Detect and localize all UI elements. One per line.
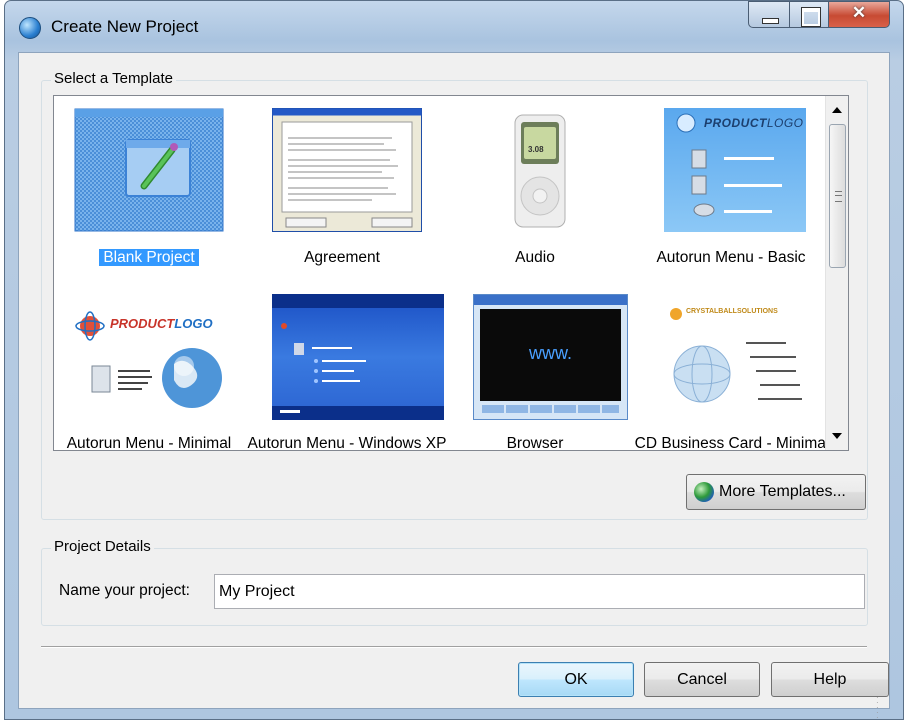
project-name-input[interactable] bbox=[214, 574, 865, 609]
template-group-label: Select a Template bbox=[51, 70, 176, 87]
cancel-button[interactable]: Cancel bbox=[644, 662, 760, 697]
autorun-xp-thumbnail bbox=[272, 294, 444, 420]
resize-grip-icon[interactable]: · · · · · bbox=[876, 694, 886, 722]
tile-label: Browser bbox=[506, 435, 564, 451]
productlogo-text: PRODUCTLOGO bbox=[704, 116, 804, 130]
scroll-thumb[interactable] bbox=[829, 124, 846, 268]
globe-icon bbox=[694, 482, 714, 502]
autorun-basic-thumbnail: PRODUCTLOGO bbox=[664, 108, 806, 232]
template-gallery[interactable]: Blank Project Agreement 3.08 Audio PRODU… bbox=[53, 95, 849, 451]
tile-label: Autorun Menu - Windows XP Theme bbox=[247, 435, 447, 451]
minimize-icon bbox=[762, 18, 779, 24]
maximize-button[interactable] bbox=[789, 1, 829, 28]
details-group-label: Project Details bbox=[51, 538, 154, 555]
audio-thumbnail: 3.08 bbox=[490, 112, 580, 230]
logo-light: LOGO bbox=[766, 116, 804, 130]
blank-project-thumbnail bbox=[74, 108, 224, 246]
crystalball-logo-text: CRYSTALBALLSOLUTIONS bbox=[686, 308, 778, 315]
close-button[interactable]: ✕ bbox=[828, 1, 890, 28]
tile-label: Blank Project bbox=[54, 248, 244, 267]
name-project-label: Name your project: bbox=[59, 582, 190, 599]
tile-label: Audio bbox=[515, 249, 555, 266]
app-globe-icon bbox=[19, 17, 41, 39]
browser-buttons bbox=[482, 405, 619, 413]
tile-label: Autorun Menu - Basic bbox=[656, 249, 806, 266]
dialog-body: Select a Template Blank Project Agreemen… bbox=[18, 52, 890, 722]
cd-business-card-thumbnail: CRYSTALBALLSOLUTIONS bbox=[668, 294, 818, 420]
create-project-dialog: Create New Project ✕ Select a Template B… bbox=[4, 0, 904, 722]
cancel-label: Cancel bbox=[677, 671, 727, 688]
browser-thumbnail: www. bbox=[473, 294, 628, 420]
selected-label: Blank Project bbox=[99, 249, 199, 266]
more-templates-button[interactable]: More Templates... bbox=[686, 474, 866, 510]
productlogo-text: PRODUCTLOGO bbox=[110, 316, 213, 331]
logo-bold: PRODUCT bbox=[704, 116, 767, 130]
more-templates-label: More Templates... bbox=[719, 483, 846, 500]
logo-bold: PRODUCT bbox=[110, 316, 175, 331]
close-icon: ✕ bbox=[851, 3, 867, 22]
tile-label: Agreement bbox=[304, 249, 380, 266]
minimize-button[interactable] bbox=[748, 1, 790, 28]
help-button[interactable]: Help bbox=[771, 662, 889, 697]
ok-label: OK bbox=[564, 671, 588, 688]
gallery-scrollbar[interactable] bbox=[825, 96, 848, 450]
audio-display-text: 3.08 bbox=[528, 145, 544, 154]
agreement-thumbnail bbox=[272, 108, 422, 232]
scroll-up-arrow-icon[interactable] bbox=[832, 107, 842, 113]
browser-www-text: www. bbox=[528, 343, 572, 363]
grip-icon bbox=[835, 191, 842, 202]
autorun-minimal-thumbnail: PRODUCTLOGO bbox=[74, 294, 224, 420]
logo-light: LOGO bbox=[174, 316, 213, 331]
window-title: Create New Project bbox=[51, 17, 199, 36]
tile-label: Autorun Menu - Minimal bbox=[66, 435, 232, 451]
maximize-icon bbox=[802, 8, 820, 26]
title-bar[interactable]: Create New Project ✕ bbox=[5, 1, 903, 53]
tile-label: CD Business Card - Minimal bbox=[634, 435, 830, 451]
button-separator bbox=[41, 646, 867, 648]
help-label: Help bbox=[813, 671, 847, 688]
ok-button[interactable]: OK bbox=[518, 662, 634, 697]
scroll-down-arrow-icon[interactable] bbox=[832, 433, 842, 439]
browser-toolbar bbox=[474, 295, 627, 305]
